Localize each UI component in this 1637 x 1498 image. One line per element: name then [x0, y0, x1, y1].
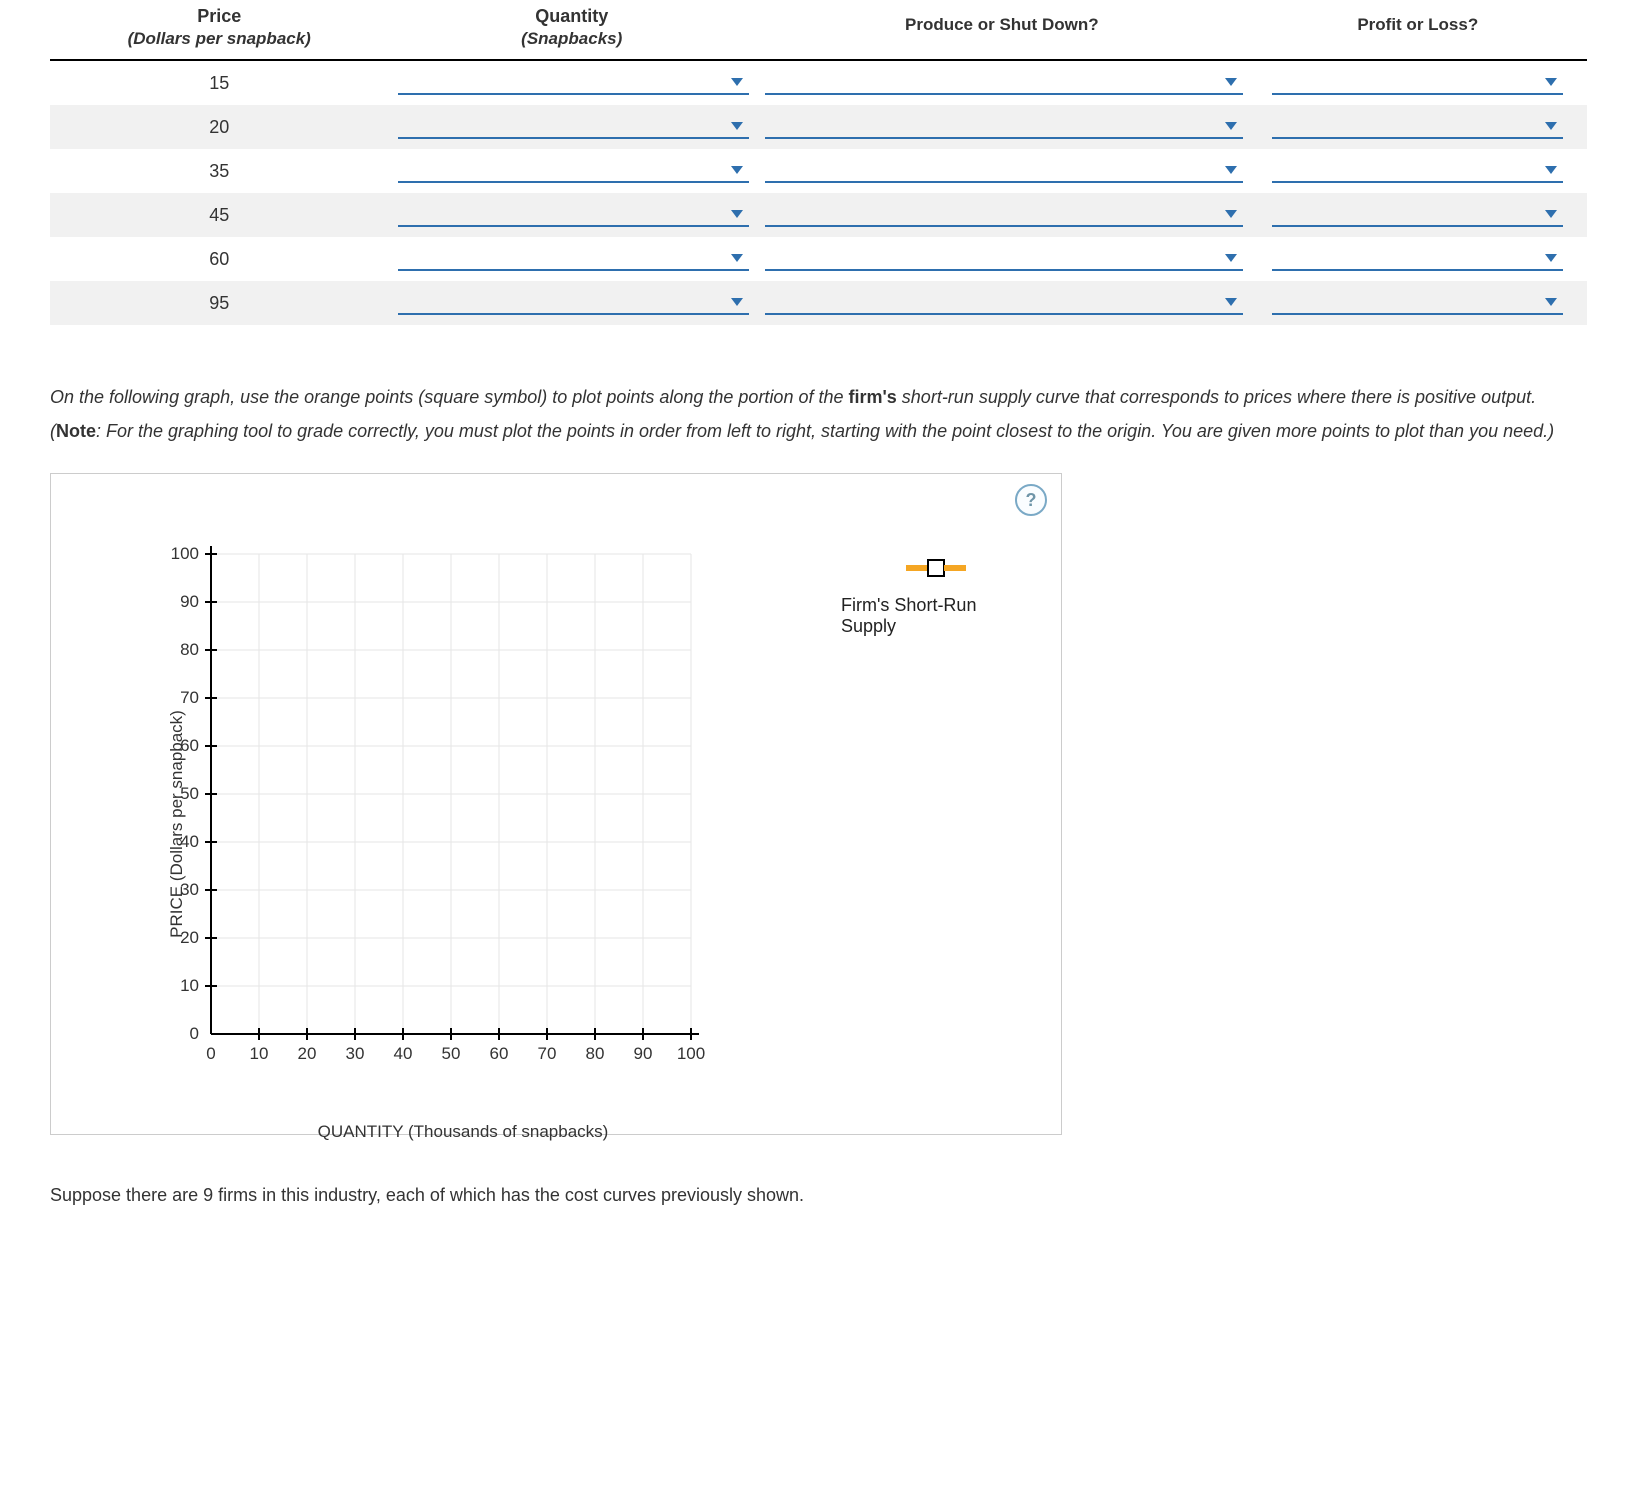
profit-dropdown[interactable] — [1272, 247, 1563, 271]
x-tick: 30 — [338, 1044, 372, 1064]
x-tick: 70 — [530, 1044, 564, 1064]
caret-down-icon — [1543, 208, 1559, 220]
plot-area[interactable]: 0102030405060708090100 01020304050607080… — [111, 544, 1031, 1104]
profit-dropdown[interactable] — [1272, 71, 1563, 95]
price-cell: 45 — [50, 193, 388, 237]
produce-dropdown[interactable] — [765, 291, 1243, 315]
quantity-dropdown[interactable] — [398, 71, 749, 95]
caret-down-icon — [1543, 164, 1559, 176]
profit-dropdown[interactable] — [1272, 291, 1563, 315]
table-row: 60 — [50, 237, 1587, 281]
price-cell: 35 — [50, 149, 388, 193]
y-tick: 90 — [159, 592, 199, 612]
y-tick: 0 — [159, 1024, 199, 1044]
th-quantity-sub: (Snapbacks) — [388, 29, 755, 60]
quantity-dropdown[interactable] — [398, 247, 749, 271]
caret-down-icon — [1543, 76, 1559, 88]
th-quantity: Quantity — [388, 0, 755, 29]
caret-down-icon — [729, 252, 745, 264]
x-tick: 20 — [290, 1044, 324, 1064]
x-tick: 60 — [482, 1044, 516, 1064]
profit-dropdown[interactable] — [1272, 203, 1563, 227]
quantity-dropdown[interactable] — [398, 203, 749, 227]
x-tick: 50 — [434, 1044, 468, 1064]
caret-down-icon — [729, 296, 745, 308]
caret-down-icon — [1223, 120, 1239, 132]
th-profit: Profit or Loss? — [1249, 0, 1587, 60]
x-tick: 80 — [578, 1044, 612, 1064]
caret-down-icon — [729, 120, 745, 132]
caret-down-icon — [1223, 252, 1239, 264]
table-row: 95 — [50, 281, 1587, 325]
caret-down-icon — [729, 164, 745, 176]
quantity-dropdown[interactable] — [398, 115, 749, 139]
caret-down-icon — [729, 76, 745, 88]
trailer-text: Suppose there are 9 firms in this indust… — [50, 1185, 1587, 1206]
profit-dropdown[interactable] — [1272, 159, 1563, 183]
produce-dropdown[interactable] — [765, 159, 1243, 183]
price-cell: 60 — [50, 237, 388, 281]
legend-label: Firm's Short-Run Supply — [841, 595, 1031, 637]
legend-supply[interactable]: Firm's Short-Run Supply — [841, 559, 1031, 637]
x-tick: 10 — [242, 1044, 276, 1064]
plot-grid — [111, 544, 731, 1064]
table-row: 15 — [50, 60, 1587, 105]
graph-instructions: On the following graph, use the orange p… — [50, 380, 1587, 448]
price-cell: 95 — [50, 281, 388, 325]
th-price-sub: (Dollars per snapback) — [50, 29, 388, 60]
square-symbol-icon — [906, 559, 966, 577]
y-tick: 100 — [159, 544, 199, 564]
x-tick: 100 — [674, 1044, 708, 1064]
y-tick: 70 — [159, 688, 199, 708]
th-produce: Produce or Shut Down? — [755, 0, 1249, 60]
quantity-dropdown[interactable] — [398, 291, 749, 315]
th-price: Price — [50, 0, 388, 29]
caret-down-icon — [1223, 164, 1239, 176]
produce-dropdown[interactable] — [765, 247, 1243, 271]
help-button[interactable]: ? — [1015, 484, 1047, 516]
quantity-dropdown[interactable] — [398, 159, 749, 183]
table-row: 20 — [50, 105, 1587, 149]
caret-down-icon — [1543, 252, 1559, 264]
caret-down-icon — [729, 208, 745, 220]
produce-dropdown[interactable] — [765, 71, 1243, 95]
x-tick: 40 — [386, 1044, 420, 1064]
caret-down-icon — [1223, 296, 1239, 308]
caret-down-icon — [1223, 76, 1239, 88]
y-axis-label: PRICE (Dollars per snapback) — [167, 711, 187, 939]
caret-down-icon — [1543, 296, 1559, 308]
price-cell: 20 — [50, 105, 388, 149]
caret-down-icon — [1223, 208, 1239, 220]
caret-down-icon — [1543, 120, 1559, 132]
y-tick: 80 — [159, 640, 199, 660]
x-tick: 90 — [626, 1044, 660, 1064]
graph-panel: ? 0102030405060708090100 0102 — [50, 473, 1062, 1135]
x-tick: 0 — [194, 1044, 228, 1064]
y-tick: 10 — [159, 976, 199, 996]
table-row: 35 — [50, 149, 1587, 193]
table-row: 45 — [50, 193, 1587, 237]
produce-dropdown[interactable] — [765, 203, 1243, 227]
profit-dropdown[interactable] — [1272, 115, 1563, 139]
price-cell: 15 — [50, 60, 388, 105]
produce-dropdown[interactable] — [765, 115, 1243, 139]
price-table: Price Quantity Produce or Shut Down? Pro… — [50, 0, 1587, 325]
x-axis-label: QUANTITY (Thousands of snapbacks) — [203, 1122, 723, 1142]
